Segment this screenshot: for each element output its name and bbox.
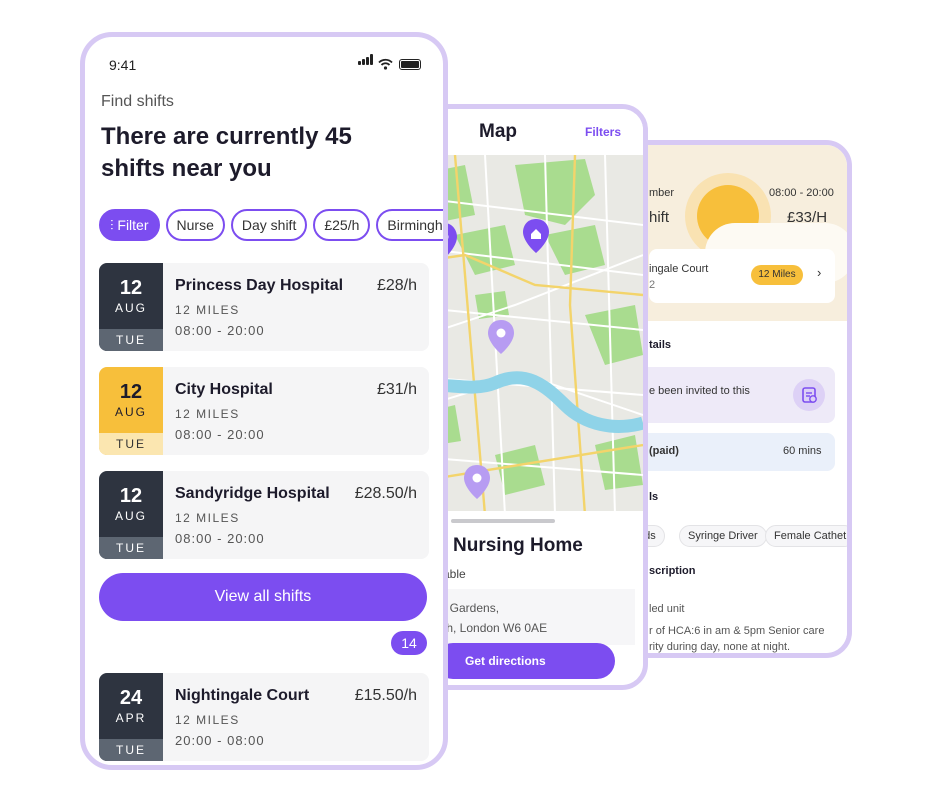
sheet-handle[interactable] (451, 519, 555, 523)
skills-heading: ls (649, 491, 659, 503)
date-weekday: TUE (99, 329, 163, 351)
shift-location: Princess Day Hospital (175, 277, 344, 294)
date-day: 12 (119, 485, 143, 507)
sliders-icon: ⫶ (110, 217, 114, 233)
description-line: led unit (649, 603, 685, 615)
date-day: 24 (119, 687, 143, 709)
address-line: t Gardens, (443, 601, 500, 615)
date-month: APR (115, 711, 147, 725)
date-day: 12 (119, 277, 143, 299)
shift-location: Nightingale Court (175, 687, 310, 704)
shift-location: Sandyridge Hospital (175, 485, 330, 502)
location-card[interactable] (649, 249, 835, 303)
shift-rate: £28.50/h (354, 485, 417, 502)
shift-distance: 12 MILES (175, 303, 240, 317)
filter-chip-nurse[interactable]: Nurse (165, 209, 225, 241)
date-month: AUG (114, 509, 147, 523)
view-all-shifts-button[interactable]: View all shifts (99, 573, 427, 621)
description-line: r of HCA:6 in am & 5pm Senior care (649, 625, 825, 637)
signal-icon (358, 52, 374, 70)
find-shifts-screen: 9:41 Find shifts There are currently 45 … (80, 32, 448, 770)
location-subtext: 2 (649, 279, 656, 291)
shift-rate: £31/h (376, 381, 417, 398)
date-weekday: TUE (99, 433, 163, 455)
battery-icon (399, 59, 421, 70)
get-directions-button[interactable]: Get directions (435, 643, 615, 679)
filter-chip-rate[interactable]: £25/h (313, 209, 371, 241)
filter-chip-location[interactable]: Birmingham (376, 209, 443, 241)
shift-time: 08:00 - 20:00 (175, 531, 265, 546)
shift-distance: 12 MILES (175, 407, 240, 421)
shift-date: mber (649, 187, 675, 199)
date-tile: 12 AUG TUE (99, 263, 163, 351)
location-name: ingale Court (649, 263, 709, 275)
shift-rate: £33/H (787, 209, 828, 226)
filter-chips: ⫶ Filter Nurse Day shift £25/h Birmingha… (99, 209, 443, 241)
page-title: There are currently 45 shifts near you (101, 123, 352, 182)
filter-chip-day-shift[interactable]: Day shift (230, 209, 308, 241)
map-title: Map (479, 121, 517, 142)
chevron-right-icon[interactable]: › (817, 265, 821, 280)
page-subtitle: Find shifts (101, 93, 174, 110)
shift-distance: 12 MILES (175, 511, 240, 525)
details-heading: tails (649, 339, 672, 351)
break-label: (paid) (649, 445, 679, 457)
description-line: rity during day, none at night. (649, 641, 791, 653)
filters-link[interactable]: Filters (585, 125, 621, 139)
shift-time: 20:00 - 08:00 (175, 733, 265, 748)
shift-card[interactable]: 24 APR TUE Nightingale Court £15.50/h 12… (99, 673, 429, 761)
wifi-icon (378, 58, 393, 70)
shift-time: 08:00 - 20:00 (175, 427, 265, 442)
skill-chip: Female Cathet (765, 525, 847, 547)
break-value: 60 mins (783, 445, 822, 457)
count-badge: 14 (391, 631, 427, 655)
description-heading: scription (649, 565, 696, 577)
shift-location: City Hospital (175, 381, 273, 398)
filter-button[interactable]: ⫶ Filter (99, 209, 160, 241)
status-icons (358, 54, 421, 70)
date-weekday: TUE (99, 537, 163, 559)
address-line: th, London W6 0AE (443, 621, 548, 635)
date-day: 12 (119, 381, 143, 403)
address-box (435, 589, 635, 645)
distance-badge: 12 Miles (751, 265, 803, 285)
skill-chip: Syringe Driver (679, 525, 767, 547)
shift-time: 08:00 - 20:00 (175, 323, 265, 338)
shift-card[interactable]: 12 AUG TUE City Hospital £31/h 12 MILES … (99, 367, 429, 455)
date-tile: 24 APR TUE (99, 673, 163, 761)
date-month: AUG (114, 405, 147, 419)
invite-text: e been invited to this (649, 385, 750, 397)
place-name: Nursing Home (453, 535, 583, 556)
date-tile: 12 AUG TUE (99, 367, 163, 455)
date-tile: 12 AUG TUE (99, 471, 163, 559)
shift-rate: £15.50/h (354, 687, 417, 704)
shift-card[interactable]: 12 AUG TUE Princess Day Hospital £28/h 1… (99, 263, 429, 351)
shift-type: hift (649, 209, 670, 226)
calendar-check-icon (793, 379, 825, 411)
shift-distance: 12 MILES (175, 713, 240, 727)
shift-hours: 08:00 - 20:00 (769, 187, 834, 199)
date-weekday: TUE (99, 739, 163, 761)
shift-rate: £28/h (376, 277, 417, 294)
shift-card[interactable]: 12 AUG TUE Sandyridge Hospital £28.50/h … (99, 471, 429, 559)
date-month: AUG (114, 301, 147, 315)
status-time: 9:41 (109, 57, 137, 73)
